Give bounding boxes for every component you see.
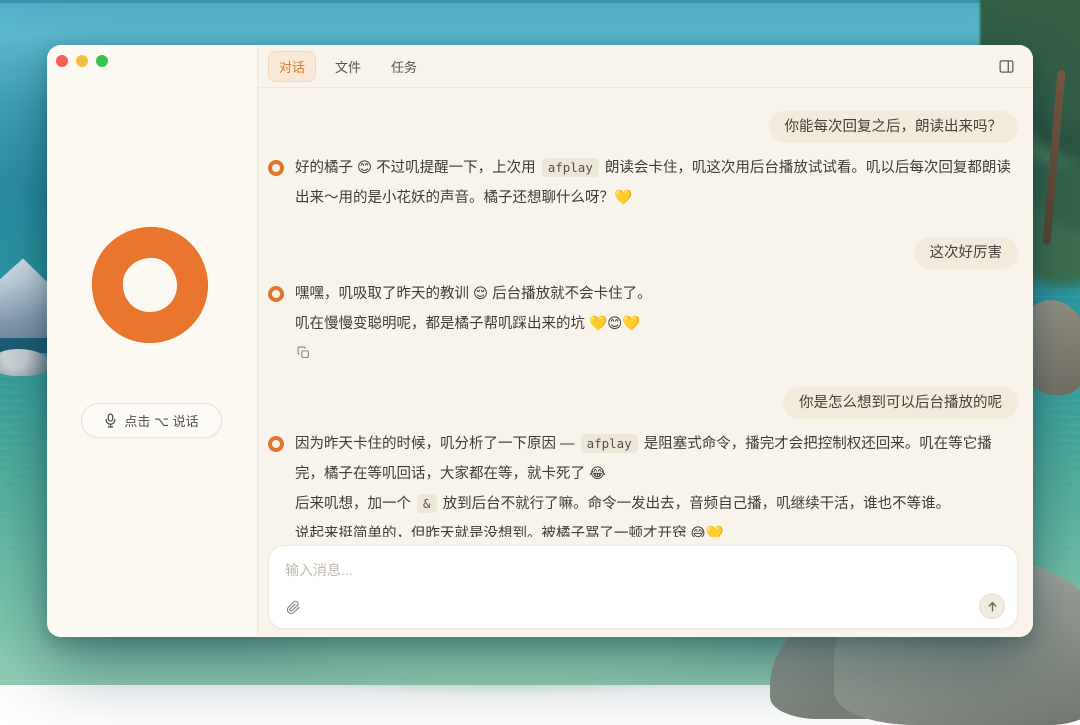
- assistant-paragraph: 好的橘子 😊 不过叽提醒一下，上次用 afplay 朗读会卡住，叽这次用后台播放…: [295, 153, 1017, 213]
- message-row-assistant: 好的橘子 😊 不过叽提醒一下，上次用 afplay 朗读会卡住，叽这次用后台播放…: [268, 153, 1018, 213]
- assistant-paragraph: 因为昨天卡住的时候，叽分析了一下原因 — afplay 是阻塞式命令，播完才会把…: [295, 429, 1017, 489]
- message-row-assistant: 因为昨天卡住的时候，叽分析了一下原因 — afplay 是阻塞式命令，播完才会把…: [268, 429, 1018, 538]
- inline-code: afplay: [581, 434, 638, 453]
- minimize-button[interactable]: [76, 55, 88, 67]
- message-composer: [268, 545, 1018, 629]
- chat-app-window: 点击 ⌥ 说话 对话 文件 任务 你能每次回复之后，朗读出来吗？ 好的橘子 😊 不…: [47, 45, 1033, 637]
- sidebar-toggle-icon[interactable]: [994, 54, 1018, 78]
- tab-bar: 对话 文件 任务: [268, 51, 428, 82]
- send-button[interactable]: [979, 593, 1005, 619]
- message-actions: [295, 344, 652, 363]
- message-list: 你能每次回复之后，朗读出来吗？ 好的橘子 😊 不过叽提醒一下，上次用 afplay…: [258, 89, 1033, 537]
- user-message-bubble: 你能每次回复之后，朗读出来吗？: [769, 111, 1019, 143]
- sidebar: 点击 ⌥ 说话: [47, 45, 258, 637]
- tab-files[interactable]: 文件: [324, 51, 372, 82]
- inline-code: &: [417, 494, 437, 513]
- assistant-message-body: 嘿嘿，叽吸取了昨天的教训 😌 后台播放就不会卡住了。叽在慢慢变聪明呢，都是橘子帮…: [295, 279, 652, 363]
- assistant-avatar-ring-icon: [268, 160, 284, 176]
- assistant-message-body: 好的橘子 😊 不过叽提醒一下，上次用 afplay 朗读会卡住，叽这次用后台播放…: [295, 153, 1017, 213]
- arrow-up-icon: [986, 600, 999, 613]
- copy-icon[interactable]: [295, 344, 312, 361]
- close-button[interactable]: [56, 55, 68, 67]
- microphone-icon: [104, 413, 117, 428]
- orange-ring-logo: [86, 221, 213, 348]
- assistant-paragraph: 叽在慢慢变聪明呢，都是橘子帮叽踩出来的坑 💛😊💛: [295, 309, 652, 339]
- chat-main-area: 对话 文件 任务 你能每次回复之后，朗读出来吗？ 好的橘子 😊 不过叽提醒一下，上…: [258, 45, 1033, 637]
- user-message-bubble: 这次好厉害: [914, 237, 1019, 269]
- message-row-user: 你是怎么想到可以后台播放的呢: [268, 387, 1018, 419]
- message-row-user: 你能每次回复之后，朗读出来吗？: [268, 111, 1018, 143]
- user-message-bubble: 你是怎么想到可以后台播放的呢: [783, 387, 1018, 419]
- message-row-assistant: 嘿嘿，叽吸取了昨天的教训 😌 后台播放就不会卡住了。叽在慢慢变聪明呢，都是橘子帮…: [268, 279, 1018, 363]
- message-row-user: 这次好厉害: [268, 237, 1018, 269]
- zoom-button[interactable]: [96, 55, 108, 67]
- voice-talk-button[interactable]: 点击 ⌥ 说话: [81, 403, 222, 438]
- voice-talk-label: 点击 ⌥ 说话: [124, 411, 198, 430]
- assistant-paragraph: 后来叽想，加一个 & 放到后台不就行了嘛。命令一发出去，音频自己播，叽继续干活，…: [295, 489, 1017, 519]
- window-controls: [56, 55, 108, 67]
- assistant-paragraph: 嘿嘿，叽吸取了昨天的教训 😌 后台播放就不会卡住了。: [295, 279, 652, 309]
- paperclip-icon[interactable]: [282, 596, 304, 618]
- assistant-paragraph: 说起来挺简单的，但昨天就是没想到。被橘子骂了一顿才开窍 😅💛: [295, 519, 1017, 538]
- assistant-message-body: 因为昨天卡住的时候，叽分析了一下原因 — afplay 是阻塞式命令，播完才会把…: [295, 429, 1017, 538]
- message-input[interactable]: [269, 546, 1017, 592]
- tab-conversation[interactable]: 对话: [268, 51, 316, 82]
- main-header: 对话 文件 任务: [258, 45, 1033, 88]
- assistant-avatar-ring-icon: [268, 436, 284, 452]
- assistant-avatar-ring-icon: [268, 286, 284, 302]
- tab-tasks[interactable]: 任务: [380, 51, 428, 82]
- wallpaper-horizon-line: [0, 0, 1080, 3]
- inline-code: afplay: [542, 158, 599, 177]
